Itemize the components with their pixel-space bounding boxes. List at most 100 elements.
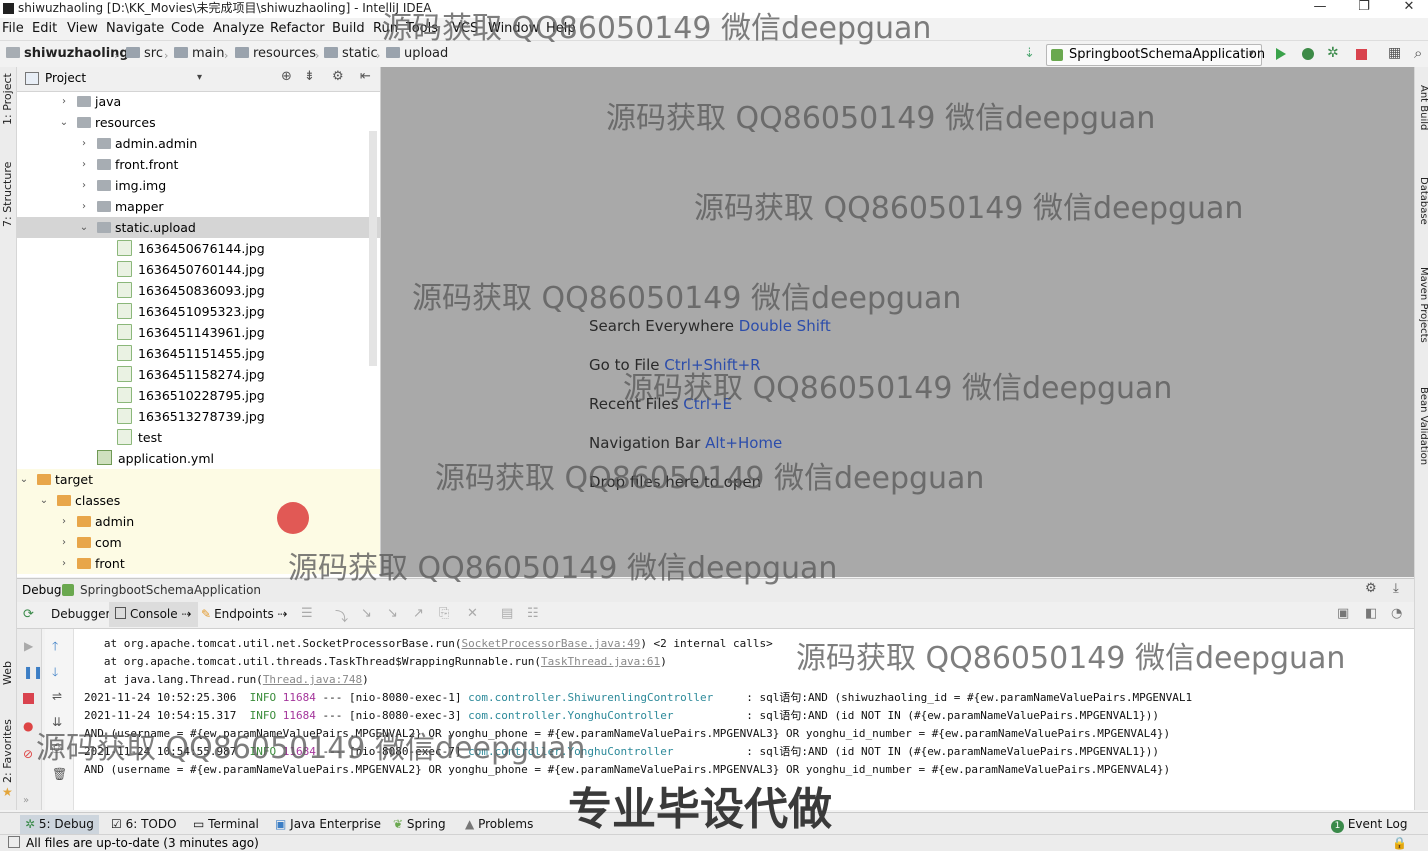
tree-node[interactable]: 1636450676144.jpg	[17, 238, 380, 259]
step-into-icon[interactable]: ↘	[361, 606, 372, 621]
menu-file[interactable]: File	[2, 21, 24, 36]
tree-node[interactable]: 1636451143961.jpg	[17, 322, 380, 343]
tool-java-enterprise[interactable]: ▣ Java Enterprise	[270, 815, 386, 834]
chevron-right-icon[interactable]: ›	[79, 133, 89, 154]
tree-node[interactable]: ⌄ resources	[17, 112, 380, 133]
view-breakpoints-icon[interactable]: ●	[23, 719, 33, 733]
log-logger[interactable]: com.controller.YonghuController	[468, 745, 733, 758]
hide-panel-icon[interactable]: ⇤	[360, 69, 371, 84]
tool-debug[interactable]: ✲ 5: Debug	[20, 815, 99, 834]
step-over-icon[interactable]: ⤵	[335, 606, 348, 625]
tree-node[interactable]: 1636450760144.jpg	[17, 259, 380, 280]
chevron-down-icon[interactable]: ⌄	[59, 112, 69, 133]
force-step-into-icon[interactable]: ↘	[387, 606, 398, 621]
soft-wrap-icon[interactable]: ⇌	[52, 689, 62, 703]
chevron-down-icon[interactable]: ⌄	[19, 469, 29, 490]
tool-maven-projects[interactable]: Maven Projects	[1418, 267, 1428, 343]
tree-node[interactable]: application.yml	[17, 448, 380, 469]
mute-breakpoints-icon[interactable]: ⊘	[23, 747, 33, 761]
tool-event-log[interactable]: 1 Event Log	[1326, 815, 1412, 834]
tree-node[interactable]: 1636450836093.jpg	[17, 280, 380, 301]
chevron-right-icon[interactable]: ›	[59, 553, 69, 574]
gear-icon[interactable]: ⚙	[332, 69, 344, 84]
breadcrumb-main[interactable]: main	[174, 46, 224, 61]
tool-problems[interactable]: ▲ Problems	[460, 815, 538, 834]
menu-analyze[interactable]: Analyze	[213, 21, 264, 36]
log-logger[interactable]: com.controller.ShiwurenlingController	[468, 691, 733, 704]
layout-icon[interactable]: ▣	[1337, 606, 1349, 621]
tool-todo[interactable]: ☑ 6: TODO	[106, 815, 182, 834]
coverage-icon[interactable]: ✲	[1327, 45, 1339, 61]
editor-empty-area[interactable]: Search Everywhere Double Shift Go to Fil…	[381, 67, 1414, 577]
down-arrow-icon[interactable]: 🡓	[52, 663, 58, 684]
stack-trace-link[interactable]: SocketProcessorBase.java:49	[462, 637, 641, 650]
tree-node[interactable]: test	[17, 427, 380, 448]
search-icon[interactable]: ⌕	[1414, 44, 1422, 62]
chevron-down-icon[interactable]: ⌄	[79, 217, 89, 238]
menu-tools[interactable]: Tools	[406, 21, 438, 36]
gear-icon[interactable]: ⚙	[1365, 581, 1377, 596]
tree-node[interactable]: › com	[17, 532, 380, 553]
menu-edit[interactable]: Edit	[32, 21, 57, 36]
tree-node[interactable]: 1636510228795.jpg	[17, 385, 380, 406]
stop-icon[interactable]	[23, 693, 34, 704]
lock-icon[interactable]: 🔒	[1392, 836, 1407, 851]
chevron-right-icon[interactable]: ›	[59, 532, 69, 553]
pause-icon[interactable]: ❚❚	[23, 665, 43, 679]
tree-node[interactable]: › front.front	[17, 154, 380, 175]
step-out-icon[interactable]: ↗	[413, 606, 424, 621]
up-arrow-icon[interactable]: 🡑	[52, 637, 58, 658]
locate-icon[interactable]: ⊕	[281, 69, 292, 84]
menu-code[interactable]: Code	[171, 21, 204, 36]
collapse-all-icon[interactable]: ⇟	[304, 69, 315, 84]
chevron-down-icon[interactable]: ▾	[197, 72, 202, 83]
minimize-button[interactable]: —	[1306, 0, 1334, 16]
breadcrumb-upload[interactable]: upload	[386, 46, 448, 61]
project-view-title[interactable]: Project	[45, 71, 86, 85]
tree-node[interactable]: ⌄ target	[17, 469, 380, 490]
chevron-right-icon[interactable]: ›	[79, 175, 89, 196]
menu-window[interactable]: Window	[488, 21, 539, 36]
debug-config-name[interactable]: SpringbootSchemaApplication	[80, 583, 261, 597]
console-output[interactable]: at org.apache.tomcat.util.net.SocketProc…	[74, 629, 1414, 810]
tree-node[interactable]: ⌄ classes	[17, 490, 380, 511]
chevron-right-icon[interactable]: ›	[79, 196, 89, 217]
chevron-right-icon[interactable]: ›	[59, 91, 69, 112]
tool-spring[interactable]: ❦ Spring	[388, 815, 451, 834]
log-logger[interactable]: com.controller.YonghuController	[468, 709, 733, 722]
show-execution-point-icon[interactable]: ☰	[301, 606, 313, 621]
breadcrumb-src[interactable]: src	[126, 46, 163, 61]
menu-run[interactable]: Run	[373, 21, 398, 36]
build-icon[interactable]: ⇣	[1024, 46, 1035, 61]
scroll-to-end-icon[interactable]: ⇊	[52, 715, 62, 729]
tool-terminal[interactable]: ▭ Terminal	[188, 815, 264, 834]
tree-node[interactable]: › java	[17, 91, 380, 112]
maximize-button[interactable]: ❐	[1350, 0, 1378, 16]
run-to-cursor-icon[interactable]: ✕	[467, 606, 478, 621]
tree-node[interactable]: › admin	[17, 511, 380, 532]
tree-node[interactable]: › img.img	[17, 175, 380, 196]
close-button[interactable]: ✕	[1395, 0, 1423, 16]
resume-icon[interactable]: ▶	[24, 639, 33, 653]
tool-favorites[interactable]: 2: Favorites	[1, 719, 14, 783]
tab-debugger[interactable]: Debugger	[45, 602, 116, 627]
breadcrumb-project[interactable]: shiwuzhaoling	[6, 46, 129, 61]
tab-console[interactable]: Console ⇢	[109, 602, 198, 627]
stack-trace-link[interactable]: TaskThread.java:61	[541, 655, 660, 668]
debug-icon[interactable]	[1302, 48, 1314, 60]
chevron-down-icon[interactable]: ⌄	[39, 490, 49, 511]
breadcrumb-static[interactable]: static	[324, 46, 378, 61]
drop-frame-icon[interactable]: ⎘	[439, 606, 449, 621]
menu-navigate[interactable]: Navigate	[106, 21, 164, 36]
chevron-right-icon[interactable]: ›	[59, 511, 69, 532]
tool-ant-build[interactable]: Ant Build	[1418, 85, 1428, 130]
menu-build[interactable]: Build	[332, 21, 365, 36]
tree-node[interactable]: ⌄ static.upload	[17, 217, 380, 238]
evaluate-icon[interactable]: ▤	[501, 606, 513, 621]
rerun-icon[interactable]: ⟳	[23, 607, 34, 622]
breadcrumb-resources[interactable]: resources	[235, 46, 316, 61]
tree-node[interactable]: 1636513278739.jpg	[17, 406, 380, 427]
tree-node[interactable]: › front	[17, 553, 380, 574]
tool-structure[interactable]: 7: Structure	[1, 162, 14, 227]
tree-node[interactable]: › admin.admin	[17, 133, 380, 154]
